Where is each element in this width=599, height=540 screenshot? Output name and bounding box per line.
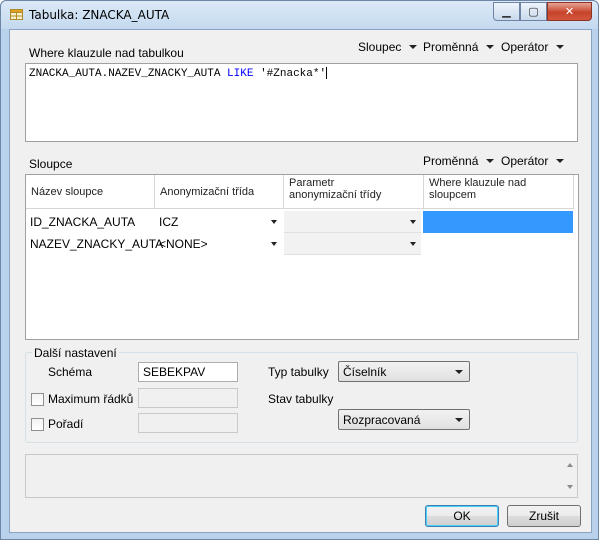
chevron-down-icon: [455, 370, 463, 374]
table-state-select[interactable]: Rozpracovaná: [338, 409, 470, 430]
header-where-line2: sloupcem: [429, 189, 477, 201]
where-menu-variable-label: Proměnná: [423, 40, 479, 54]
where-menu-column-label: Sloupec: [358, 40, 402, 54]
order-label: Pořadí: [48, 417, 84, 431]
row-where-cell[interactable]: [423, 211, 573, 233]
ok-button[interactable]: OK: [425, 505, 499, 527]
max-rows-label: Maximum řádků: [48, 392, 134, 406]
row-anon-param-combo[interactable]: [284, 233, 421, 255]
minimize-icon: ▁: [502, 5, 511, 18]
max-rows-checkbox[interactable]: [31, 393, 44, 406]
header-anon-param-line1: Parametr: [289, 177, 335, 189]
close-icon: ✕: [564, 5, 575, 18]
where-menu-column[interactable]: Sloupec: [358, 40, 418, 54]
header-where-line1: Where klauzule nad: [429, 177, 527, 189]
cancel-button[interactable]: Zrušit: [507, 505, 581, 527]
row-column-name: NAZEV_ZNACKY_AUTA: [30, 237, 164, 251]
maximize-button[interactable]: ▢: [520, 2, 547, 21]
columns-grid: Název sloupce Anonymizační třída Paramet…: [25, 174, 579, 340]
table-row[interactable]: ID_ZNACKA_AUTA ICZ: [26, 211, 573, 233]
header-anon-param[interactable]: Parametr anonymizační třídy: [284, 175, 424, 209]
dialog-client-area: Where klauzule nad tabulkou Sloupec Prom…: [9, 29, 592, 533]
where-clause-editor[interactable]: ZNACKA_AUTA.NAZEV_ZNACKY_AUTA LIKE '#Zna…: [25, 63, 578, 142]
row-anon-param-combo[interactable]: [284, 211, 421, 233]
row-anon-class-combo[interactable]: <NONE>: [155, 233, 282, 255]
grid-header: Název sloupce Anonymizační třída Paramet…: [26, 175, 574, 209]
message-area: [25, 454, 578, 498]
scroll-down-icon[interactable]: [567, 485, 573, 489]
order-checkbox[interactable]: [31, 418, 44, 431]
row-anon-class-value: <NONE>: [159, 237, 208, 251]
chevron-down-icon: [556, 45, 565, 49]
header-where-column[interactable]: Where klauzule nad sloupcem: [424, 175, 574, 209]
where-menu-operator[interactable]: Operátor: [501, 40, 565, 54]
table-state-label: Stav tabulky: [268, 392, 334, 406]
where-clause-value: '#Znacka*': [260, 67, 327, 80]
columns-menu-variable[interactable]: Proměnná: [423, 154, 495, 168]
where-section-label: Where klauzule nad tabulkou: [29, 46, 184, 60]
header-anon-param-line2: anonymizační třídy: [289, 189, 382, 201]
chevron-down-icon: [409, 45, 418, 49]
table-row[interactable]: NAZEV_ZNACKY_AUTA <NONE>: [26, 233, 573, 255]
row-anon-class-combo[interactable]: ICZ: [155, 211, 282, 233]
chevron-down-icon: [410, 242, 416, 246]
schema-input[interactable]: SEBEKPAV: [138, 362, 238, 382]
table-type-select[interactable]: Číselník: [338, 361, 470, 382]
schema-label: Schéma: [48, 365, 93, 379]
close-button[interactable]: ✕: [547, 2, 592, 21]
settings-group-title: Další nastavení: [32, 346, 119, 360]
minimize-button[interactable]: ▁: [493, 2, 520, 21]
row-column-name: ID_ZNACKA_AUTA: [30, 215, 136, 229]
table-type-value: Číselník: [343, 364, 387, 379]
table-icon: [10, 9, 23, 20]
columns-menu-operator-label: Operátor: [501, 154, 549, 168]
row-where-cell[interactable]: [423, 233, 573, 255]
chevron-down-icon: [556, 159, 565, 163]
chevron-down-icon: [410, 220, 416, 224]
text-cursor: [326, 67, 328, 79]
scroll-up-icon[interactable]: [567, 463, 573, 467]
chevron-down-icon: [486, 45, 495, 49]
columns-menu-variable-label: Proměnná: [423, 154, 479, 168]
header-column-name[interactable]: Název sloupce: [26, 175, 155, 209]
chevron-down-icon: [486, 159, 495, 163]
title-bar[interactable]: Tabulka: ZNACKA_AUTA ▁ ▢ ✕: [1, 1, 598, 29]
table-type-label: Typ tabulky: [268, 365, 329, 379]
columns-section-label: Sloupce: [29, 157, 73, 171]
where-menu-variable[interactable]: Proměnná: [423, 40, 495, 54]
where-clause-field: ZNACKA_AUTA.NAZEV_ZNACKY_AUTA: [29, 67, 221, 80]
chevron-down-icon: [271, 220, 277, 224]
where-menu-operator-label: Operátor: [501, 40, 549, 54]
columns-menu-operator[interactable]: Operátor: [501, 154, 565, 168]
header-anon-class[interactable]: Anonymizační třída: [155, 175, 284, 209]
table-state-value: Rozpracovaná: [343, 412, 421, 427]
window-title: Tabulka: ZNACKA_AUTA: [29, 8, 170, 22]
dialog-window: Tabulka: ZNACKA_AUTA ▁ ▢ ✕ Where klauzul…: [0, 0, 599, 540]
max-rows-input: [138, 388, 238, 408]
chevron-down-icon: [455, 418, 463, 422]
where-clause-keyword: LIKE: [227, 67, 254, 80]
caption-buttons: ▁ ▢ ✕: [493, 2, 592, 21]
order-input: [138, 413, 238, 433]
row-anon-class-value: ICZ: [159, 215, 179, 229]
chevron-down-icon: [271, 242, 277, 246]
maximize-icon: ▢: [528, 5, 539, 18]
